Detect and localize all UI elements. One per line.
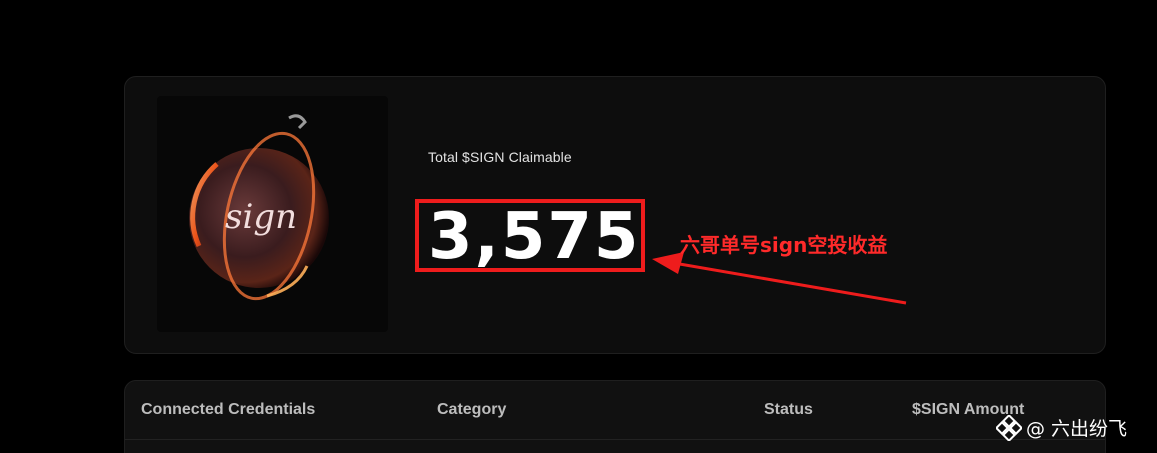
page: sign Total $SIGN Claimable 3,575 六哥单号sig… [0, 0, 1157, 453]
watermark: @ 六出纷飞 [996, 414, 1127, 441]
column-header-category[interactable]: Category [437, 401, 506, 419]
credentials-table: Connected Credentials Category Status $S… [124, 380, 1106, 453]
watermark-text: @ 六出纷飞 [1026, 418, 1128, 440]
table-header: Connected Credentials Category Status $S… [125, 381, 1105, 440]
binance-logo-icon [996, 414, 1022, 441]
annotation-text: 六哥单号sign空投收益 [680, 233, 888, 257]
column-header-status[interactable]: Status [764, 401, 813, 419]
column-header-connected-credentials[interactable]: Connected Credentials [141, 401, 315, 419]
